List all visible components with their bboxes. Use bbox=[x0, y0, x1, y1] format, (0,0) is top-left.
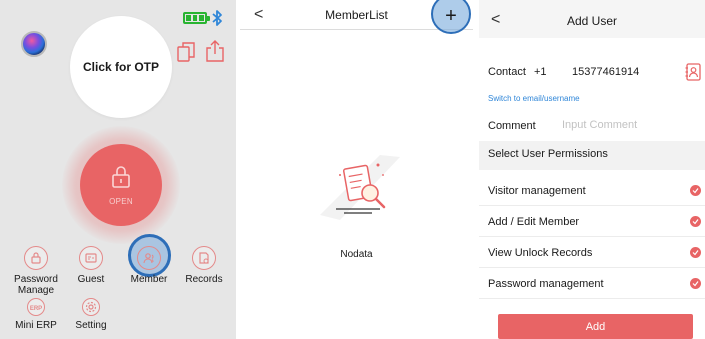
grid-item-label: Records bbox=[185, 274, 223, 285]
checkmark-icon[interactable] bbox=[690, 278, 701, 289]
bluetooth-icon bbox=[212, 10, 222, 26]
empty-state-illustration bbox=[320, 155, 400, 220]
add-button[interactable]: Add bbox=[498, 314, 693, 339]
contact-row: Contact +1 15377461914 bbox=[479, 50, 705, 90]
erp-icon: ERP bbox=[27, 298, 45, 316]
gear-icon bbox=[82, 298, 100, 316]
member-icon bbox=[137, 246, 161, 270]
checkmark-icon[interactable] bbox=[690, 247, 701, 258]
grid-item-records[interactable]: Records bbox=[175, 246, 233, 285]
contact-book-icon[interactable] bbox=[685, 63, 701, 81]
permission-label: Visitor management bbox=[488, 185, 586, 197]
copy-icon[interactable] bbox=[177, 42, 195, 62]
checkmark-icon[interactable] bbox=[690, 185, 701, 196]
comment-label: Comment bbox=[488, 120, 536, 132]
grid-item-label: Guest bbox=[77, 274, 105, 285]
grid-item-label: Mini ERP bbox=[15, 320, 57, 331]
guest-card-icon bbox=[79, 246, 103, 270]
grid-item-setting[interactable]: Setting bbox=[62, 298, 120, 331]
permission-label: Add / Edit Member bbox=[488, 216, 580, 228]
home-screen: Click for OTP OPEN Password Manage Guest bbox=[0, 0, 236, 339]
grid-item-member[interactable]: Member bbox=[120, 246, 178, 285]
records-icon bbox=[192, 246, 216, 270]
contact-label: Contact bbox=[488, 66, 526, 78]
grid-item-guest[interactable]: Guest bbox=[62, 246, 120, 285]
checkmark-icon[interactable] bbox=[690, 216, 701, 227]
add-user-screen: < Add User Contact +1 15377461914 Switch… bbox=[479, 0, 705, 339]
battery-icon bbox=[183, 12, 210, 24]
avatar[interactable] bbox=[21, 31, 47, 57]
otp-label: Click for OTP bbox=[82, 60, 159, 74]
page-title: Add User bbox=[566, 14, 618, 28]
plus-icon: + bbox=[445, 5, 457, 27]
phone-input[interactable]: 15377461914 bbox=[572, 66, 639, 78]
grid-item-label: Password Manage bbox=[14, 274, 58, 296]
permission-view-unlock-records[interactable]: View Unlock Records bbox=[479, 237, 705, 268]
share-icon[interactable] bbox=[205, 40, 225, 62]
otp-button[interactable]: Click for OTP bbox=[70, 16, 172, 118]
grid-item-mini-erp[interactable]: ERP Mini ERP bbox=[7, 298, 65, 331]
nav-bar: < Add User bbox=[479, 0, 705, 38]
switch-to-email-link[interactable]: Switch to email/username bbox=[488, 94, 580, 103]
member-list-screen: < MemberList + Nodata bbox=[240, 0, 473, 339]
open-button[interactable]: OPEN bbox=[80, 144, 162, 226]
permission-visitor-management[interactable]: Visitor management bbox=[479, 175, 705, 206]
permissions-section-title: Select User Permissions bbox=[479, 141, 705, 170]
lock-icon bbox=[112, 165, 130, 188]
grid-item-password-manage[interactable]: Password Manage bbox=[7, 246, 65, 296]
grid-item-label: Member bbox=[130, 274, 168, 285]
permission-password-management[interactable]: Password management bbox=[479, 268, 705, 299]
permission-label: View Unlock Records bbox=[488, 247, 593, 259]
svg-text:ERP: ERP bbox=[30, 306, 42, 312]
lock-circle-icon bbox=[24, 246, 48, 270]
country-code-selector[interactable]: +1 bbox=[534, 66, 547, 78]
grid-item-label: Setting bbox=[75, 320, 107, 331]
comment-input[interactable] bbox=[562, 119, 692, 131]
permission-label: Password management bbox=[488, 278, 604, 290]
open-label: OPEN bbox=[109, 196, 133, 206]
permission-add-edit-member[interactable]: Add / Edit Member bbox=[479, 206, 705, 237]
empty-state-text: Nodata bbox=[340, 249, 373, 260]
